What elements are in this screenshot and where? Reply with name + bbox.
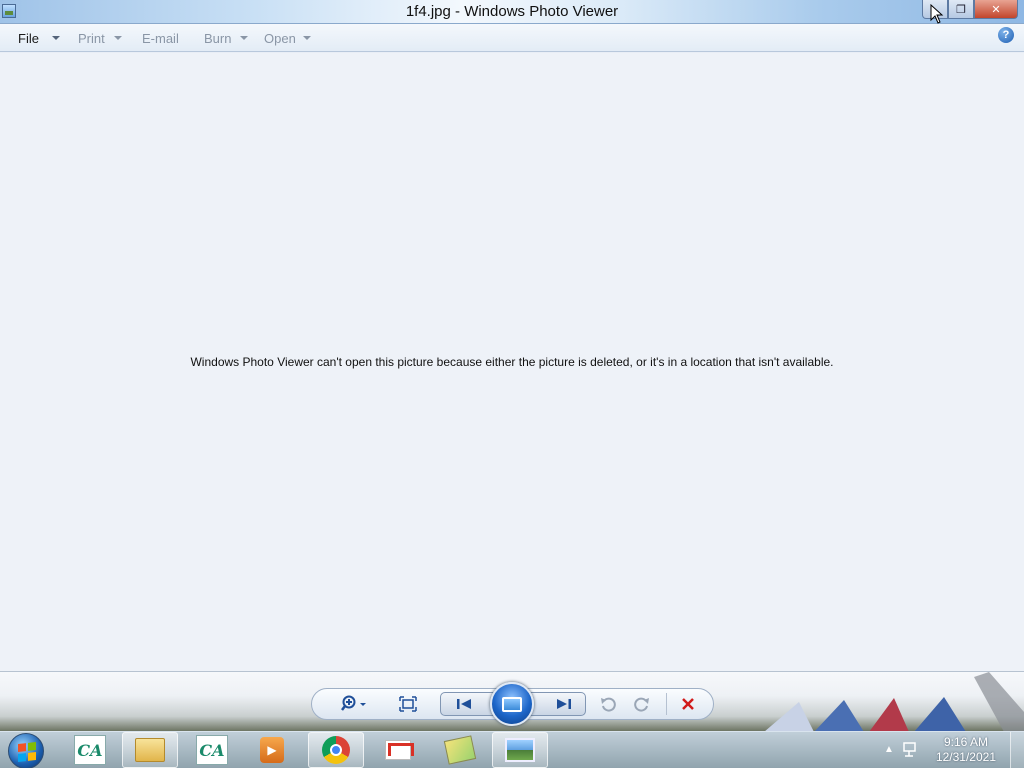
image-display-area: Windows Photo Viewer can't open this pic… (0, 53, 1024, 671)
slideshow-button[interactable] (490, 682, 534, 726)
photo-viewer-icon (505, 738, 535, 762)
zoom-button[interactable] (338, 689, 372, 719)
taskbar-sticky-notes[interactable] (432, 732, 488, 768)
file-dropdown-icon[interactable] (52, 36, 60, 40)
next-button[interactable] (549, 693, 579, 715)
actual-size-icon (399, 696, 417, 712)
menu-burn[interactable]: Burn (204, 31, 231, 46)
next-icon (557, 699, 571, 709)
menu-open[interactable]: Open (264, 31, 296, 46)
taskbar: CA CA ▶ ▲ 9:16 AM 12/31/2021 (0, 731, 1024, 768)
clock-time: 9:16 AM (943, 735, 988, 749)
clock-date: 12/31/2021 (935, 750, 996, 764)
taskbar-media-player[interactable]: ▶ (244, 732, 300, 768)
taskbar-chrome[interactable] (308, 732, 364, 768)
taskbar-credit-agricole-1[interactable]: CA (62, 732, 118, 768)
zoom-icon (341, 695, 366, 711)
restore-icon: ❐ (956, 3, 966, 16)
print-dropdown-icon[interactable] (114, 36, 122, 40)
toolbar-divider (666, 693, 667, 715)
menu-file[interactable]: File (18, 31, 39, 46)
taskbar-photo-viewer[interactable] (492, 732, 548, 768)
chrome-icon (322, 736, 350, 764)
show-hidden-icons-icon[interactable]: ▲ (884, 744, 894, 755)
credit-agricole-logo-icon: CA (74, 735, 106, 765)
system-tray: ▲ 9:16 AM 12/31/2021 (884, 732, 1024, 768)
delete-icon (682, 698, 694, 710)
previous-icon (457, 699, 471, 709)
taskbar-file-explorer[interactable] (122, 732, 178, 768)
menu-bar: File Print E-mail Burn Open ? (0, 24, 1024, 52)
title-bar: 1f4.jpg - Windows Photo Viewer ▁ ❐ ✕ (0, 0, 1024, 24)
rotate-counterclockwise-button[interactable] (596, 689, 620, 719)
open-dropdown-icon[interactable] (303, 36, 311, 40)
start-button[interactable] (8, 733, 44, 768)
mouse-cursor-icon (930, 4, 944, 24)
windows-logo-icon (18, 742, 36, 762)
media-player-icon: ▶ (260, 737, 284, 763)
clock[interactable]: 9:16 AM 12/31/2021 (936, 735, 996, 765)
menu-email[interactable]: E-mail (142, 31, 179, 46)
sticky-notes-icon (443, 735, 477, 765)
burn-dropdown-icon[interactable] (240, 36, 248, 40)
error-message: Windows Photo Viewer can't open this pic… (190, 355, 834, 369)
network-icon[interactable] (902, 741, 920, 759)
window-title: 1f4.jpg - Windows Photo Viewer (405, 3, 619, 20)
folder-icon (135, 738, 165, 762)
rotate-clockwise-icon (634, 697, 649, 712)
show-desktop-button[interactable] (1010, 732, 1024, 768)
photo-controls-toolbar (311, 682, 714, 726)
close-icon: ✕ (991, 3, 1001, 16)
background-artwork (765, 672, 1024, 731)
bottom-controls-area (0, 671, 1024, 731)
menu-print[interactable]: Print (78, 31, 105, 46)
gmail-icon (385, 740, 411, 760)
previous-button[interactable] (449, 693, 479, 715)
help-icon[interactable]: ? (998, 27, 1014, 43)
actual-size-button[interactable] (396, 689, 420, 719)
maximize-button[interactable]: ❐ (948, 0, 974, 19)
taskbar-credit-agricole-2[interactable]: CA (184, 732, 240, 768)
close-button[interactable]: ✕ (974, 0, 1018, 19)
delete-button[interactable] (676, 689, 700, 719)
rotate-clockwise-button[interactable] (630, 689, 654, 719)
rotate-counterclockwise-icon (601, 697, 616, 712)
taskbar-gmail[interactable] (370, 732, 426, 768)
credit-agricole-logo-icon: CA (196, 735, 228, 765)
slideshow-icon (502, 696, 522, 712)
